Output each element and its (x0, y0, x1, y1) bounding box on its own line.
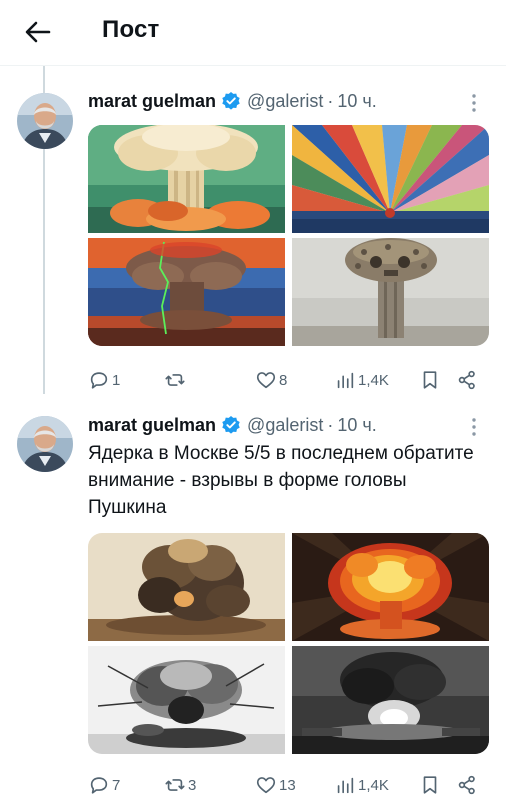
bookmark-icon (423, 776, 437, 794)
like-count: 8 (279, 371, 288, 389)
separator-dot: · (327, 414, 334, 435)
skull-mushroom-cloud-painting (292, 238, 489, 346)
tweet-image[interactable] (292, 125, 489, 233)
tweet-image[interactable] (88, 646, 285, 754)
verified-badge-icon (221, 415, 241, 435)
like-button[interactable]: 8 (255, 367, 287, 393)
avatar[interactable] (17, 416, 73, 472)
media-grid (88, 125, 489, 346)
reply-count: 7 (112, 776, 121, 794)
dark-explosion-photo (292, 646, 489, 754)
tweet-actions: 7 3 13 1,4K (88, 772, 488, 798)
rainbow-rays-painting (292, 125, 489, 233)
views-chart-icon (337, 777, 354, 794)
repost-icon (165, 779, 185, 791)
reply-button[interactable]: 7 (88, 772, 120, 798)
repost-button[interactable] (164, 367, 188, 393)
views-button[interactable]: 1,4K (334, 367, 389, 393)
ink-explosion-sketch (88, 646, 285, 754)
reply-icon (90, 372, 108, 389)
author-name[interactable]: marat guelman (88, 415, 216, 436)
views-button[interactable]: 1,4K (334, 772, 389, 798)
share-icon (458, 775, 475, 795)
tweet-header: marat guelman @galerist · 10 ч. (88, 89, 377, 113)
author-handle[interactable]: @galerist (247, 415, 323, 436)
verified-badge-icon (221, 91, 241, 111)
share-button[interactable] (456, 772, 478, 798)
views-count: 1,4K (358, 776, 389, 794)
bookmark-icon (423, 371, 437, 389)
repost-count: 3 (188, 776, 197, 794)
tweet-image[interactable] (292, 533, 489, 641)
separator-dot: · (327, 90, 334, 111)
nuclear-explosion-lightning-painting (88, 238, 285, 346)
media-grid (88, 533, 489, 754)
explosion-sepia-drawing (88, 533, 285, 641)
avatar[interactable] (17, 93, 73, 149)
repost-icon (165, 374, 185, 386)
more-vertical-icon (472, 418, 476, 436)
bookmark-button[interactable] (419, 367, 441, 393)
heart-icon (256, 372, 276, 389)
repost-button[interactable]: 3 (164, 772, 196, 798)
page-title: Пост (102, 16, 160, 43)
bookmark-button[interactable] (419, 772, 441, 798)
more-options-button[interactable] (464, 415, 484, 439)
post-time[interactable]: 10 ч. (337, 415, 376, 436)
author-name[interactable]: marat guelman (88, 91, 216, 112)
heart-icon (256, 777, 276, 794)
nuclear-mushroom-cloud-painting (88, 125, 285, 233)
author-handle[interactable]: @galerist (247, 91, 323, 112)
like-button[interactable]: 13 (255, 772, 296, 798)
views-chart-icon (337, 372, 354, 389)
tweet-image[interactable] (88, 238, 285, 346)
tweet-image[interactable] (88, 533, 285, 641)
like-count: 13 (279, 776, 296, 794)
more-options-button[interactable] (464, 91, 484, 115)
more-vertical-icon (472, 94, 476, 112)
top-bar: Пост (0, 0, 506, 66)
share-button[interactable] (456, 367, 478, 393)
tweet-image[interactable] (292, 646, 489, 754)
reply-button[interactable]: 1 (88, 367, 120, 393)
tweet-actions: 1 8 1,4K (88, 367, 488, 393)
tweet-header: marat guelman @galerist · 10 ч. (88, 413, 377, 437)
reply-count: 1 (112, 371, 121, 389)
back-button[interactable] (20, 14, 56, 50)
views-count: 1,4K (358, 371, 389, 389)
tweet-image[interactable] (292, 238, 489, 346)
arrow-left-icon (25, 21, 51, 43)
reply-icon (90, 777, 108, 794)
tweet-image[interactable] (88, 125, 285, 233)
fiery-explosion-illustration (292, 533, 489, 641)
tweet-1[interactable]: marat guelman @galerist · 10 ч. 1 8 1,4K (0, 66, 506, 406)
post-time[interactable]: 10 ч. (337, 91, 376, 112)
tweet-text: Ядерка в Москве 5/5 в последнем обратите… (88, 443, 474, 518)
tweet-2[interactable]: marat guelman @galerist · 10 ч. Ядерка в… (0, 406, 506, 800)
share-icon (458, 370, 475, 390)
